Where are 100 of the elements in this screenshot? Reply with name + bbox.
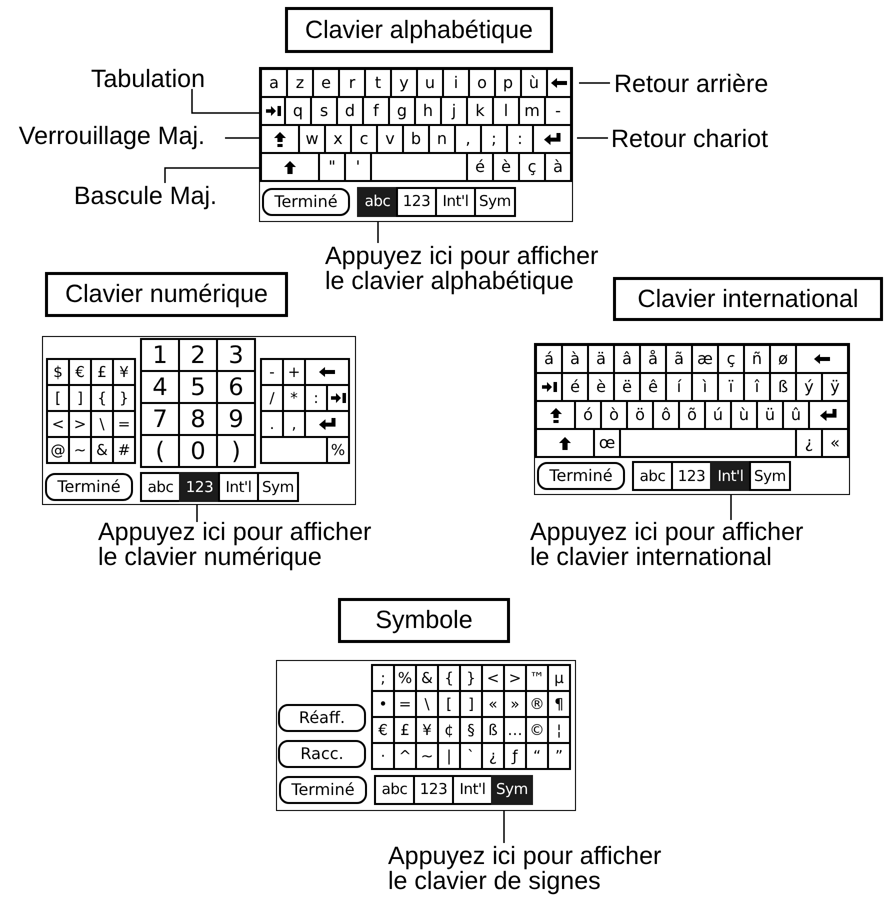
keyboard-key[interactable]: ç	[520, 154, 546, 182]
keyboard-key[interactable]: ~	[70, 438, 92, 464]
keyboard-key[interactable]: ]	[70, 386, 92, 412]
keyboard-key[interactable]: 4	[142, 372, 180, 404]
keyboard-key[interactable]: h	[416, 98, 442, 126]
keyboard-key[interactable]: v	[378, 126, 404, 154]
keyboard-key[interactable]: ,	[284, 412, 306, 438]
keyboard-key[interactable]: 8	[180, 404, 218, 436]
keyboard-key[interactable]: %	[395, 666, 417, 692]
keyboard-key[interactable]: §	[461, 718, 483, 744]
keyboard-key[interactable]: g	[390, 98, 416, 126]
keyboard-key[interactable]: ô	[654, 402, 680, 430]
keyboard-key[interactable]: m	[520, 98, 546, 126]
keyboard-key[interactable]: è	[494, 154, 520, 182]
keyboard-key[interactable]: >	[70, 412, 92, 438]
keyboard-key[interactable]: s	[312, 98, 338, 126]
keyboard-key[interactable]: &	[417, 666, 439, 692]
keyboard-key[interactable]: å	[641, 346, 667, 374]
keyboard-key[interactable]: ß	[483, 718, 505, 744]
keyboard-tab[interactable]: Sym	[749, 461, 791, 491]
keyboard-key[interactable]: &	[92, 438, 114, 464]
keyboard-key[interactable]: «	[823, 430, 849, 458]
keyboard-tab[interactable]: 123	[671, 461, 712, 491]
shift-key[interactable]	[537, 430, 595, 458]
keyboard-key[interactable]: -	[262, 360, 284, 386]
keyboard-key[interactable]: ƒ	[505, 744, 527, 770]
keyboard-key[interactable]: €	[70, 360, 92, 386]
keyboard-key[interactable]: @	[48, 438, 70, 464]
space-bar[interactable]	[262, 438, 328, 464]
keyboard-key[interactable]: #	[114, 438, 136, 464]
keyboard-key[interactable]: ¦	[549, 718, 571, 744]
keyboard-key[interactable]: ·	[373, 744, 395, 770]
keyboard-key[interactable]: ¥	[417, 718, 439, 744]
keyboard-key[interactable]: ä	[589, 346, 615, 374]
keyboard-key[interactable]: ¿	[797, 430, 823, 458]
keyboard-key[interactable]: ;	[373, 666, 395, 692]
keyboard-key[interactable]: |	[439, 744, 461, 770]
keyboard-key[interactable]: ¢	[439, 718, 461, 744]
keyboard-key[interactable]: ï	[719, 374, 745, 402]
keyboard-key[interactable]: n	[430, 126, 456, 154]
keyboard-key[interactable]: ™	[527, 666, 549, 692]
keyboard-tab[interactable]: 123	[413, 774, 454, 804]
keyboard-tab[interactable]: Int'l	[452, 774, 493, 804]
keyboard-key[interactable]: .	[262, 412, 284, 438]
keyboard-key[interactable]: î	[745, 374, 771, 402]
keyboard-key[interactable]: `	[461, 744, 483, 770]
keyboard-key[interactable]: …	[505, 718, 527, 744]
keyboard-key[interactable]: µ	[549, 666, 571, 692]
keyboard-key[interactable]: o	[470, 70, 496, 98]
keyboard-key[interactable]: /	[262, 386, 284, 412]
keyboard-tab[interactable]: abc	[140, 472, 181, 502]
keyboard-button[interactable]: Réaff.	[278, 704, 366, 732]
done-button[interactable]: Terminé	[45, 473, 133, 501]
done-button[interactable]: Terminé	[537, 462, 625, 490]
done-button[interactable]: Terminé	[279, 776, 367, 804]
keyboard-tab[interactable]: Sym	[491, 774, 533, 804]
keyboard-tab[interactable]: Sym	[474, 186, 516, 216]
tab-key[interactable]	[328, 386, 350, 412]
keyboard-key[interactable]: ã	[667, 346, 693, 374]
keyboard-key[interactable]: =	[395, 692, 417, 718]
keyboard-tab[interactable]: Int'l	[710, 461, 751, 491]
keyboard-key[interactable]: 1	[142, 340, 180, 372]
keyboard-key[interactable]: '	[346, 154, 372, 182]
keyboard-key[interactable]: a	[262, 70, 288, 98]
keyboard-key[interactable]: *	[284, 386, 306, 412]
keyboard-key[interactable]: \	[417, 692, 439, 718]
keyboard-tab[interactable]: abc	[357, 186, 398, 216]
keyboard-key[interactable]: 6	[218, 372, 256, 404]
keyboard-key[interactable]: ]	[461, 692, 483, 718]
keyboard-key[interactable]: w	[300, 126, 326, 154]
keyboard-key[interactable]: ý	[797, 374, 823, 402]
keyboard-key[interactable]: ß	[771, 374, 797, 402]
keyboard-key[interactable]: j	[442, 98, 468, 126]
keyboard-tab[interactable]: 123	[396, 186, 437, 216]
keyboard-key[interactable]: ^	[395, 744, 417, 770]
keyboard-key[interactable]: é	[563, 374, 589, 402]
keyboard-key[interactable]: )	[218, 436, 256, 468]
keyboard-key[interactable]: ;	[482, 126, 508, 154]
keyboard-key[interactable]: e	[314, 70, 340, 98]
enter-key[interactable]	[534, 126, 572, 154]
keyboard-key[interactable]: â	[615, 346, 641, 374]
keyboard-key[interactable]: k	[468, 98, 494, 126]
keyboard-key[interactable]: è	[589, 374, 615, 402]
keyboard-key[interactable]: ù	[522, 70, 548, 98]
done-button[interactable]: Terminé	[262, 188, 350, 216]
keyboard-key[interactable]: -	[546, 98, 572, 126]
keyboard-key[interactable]: +	[284, 360, 306, 386]
keyboard-key[interactable]: é	[468, 154, 494, 182]
keyboard-tab[interactable]: Int'l	[435, 186, 476, 216]
keyboard-key[interactable]: 3	[218, 340, 256, 372]
keyboard-key[interactable]: f	[364, 98, 390, 126]
keyboard-key[interactable]: à	[563, 346, 589, 374]
keyboard-key[interactable]: ¶	[549, 692, 571, 718]
keyboard-key[interactable]: ê	[641, 374, 667, 402]
keyboard-key[interactable]: z	[288, 70, 314, 98]
keyboard-key[interactable]: [	[439, 692, 461, 718]
keyboard-key[interactable]: }	[114, 386, 136, 412]
keyboard-tab[interactable]: Sym	[257, 472, 299, 502]
keyboard-key[interactable]: ®	[527, 692, 549, 718]
caps-lock-key[interactable]	[262, 126, 300, 154]
